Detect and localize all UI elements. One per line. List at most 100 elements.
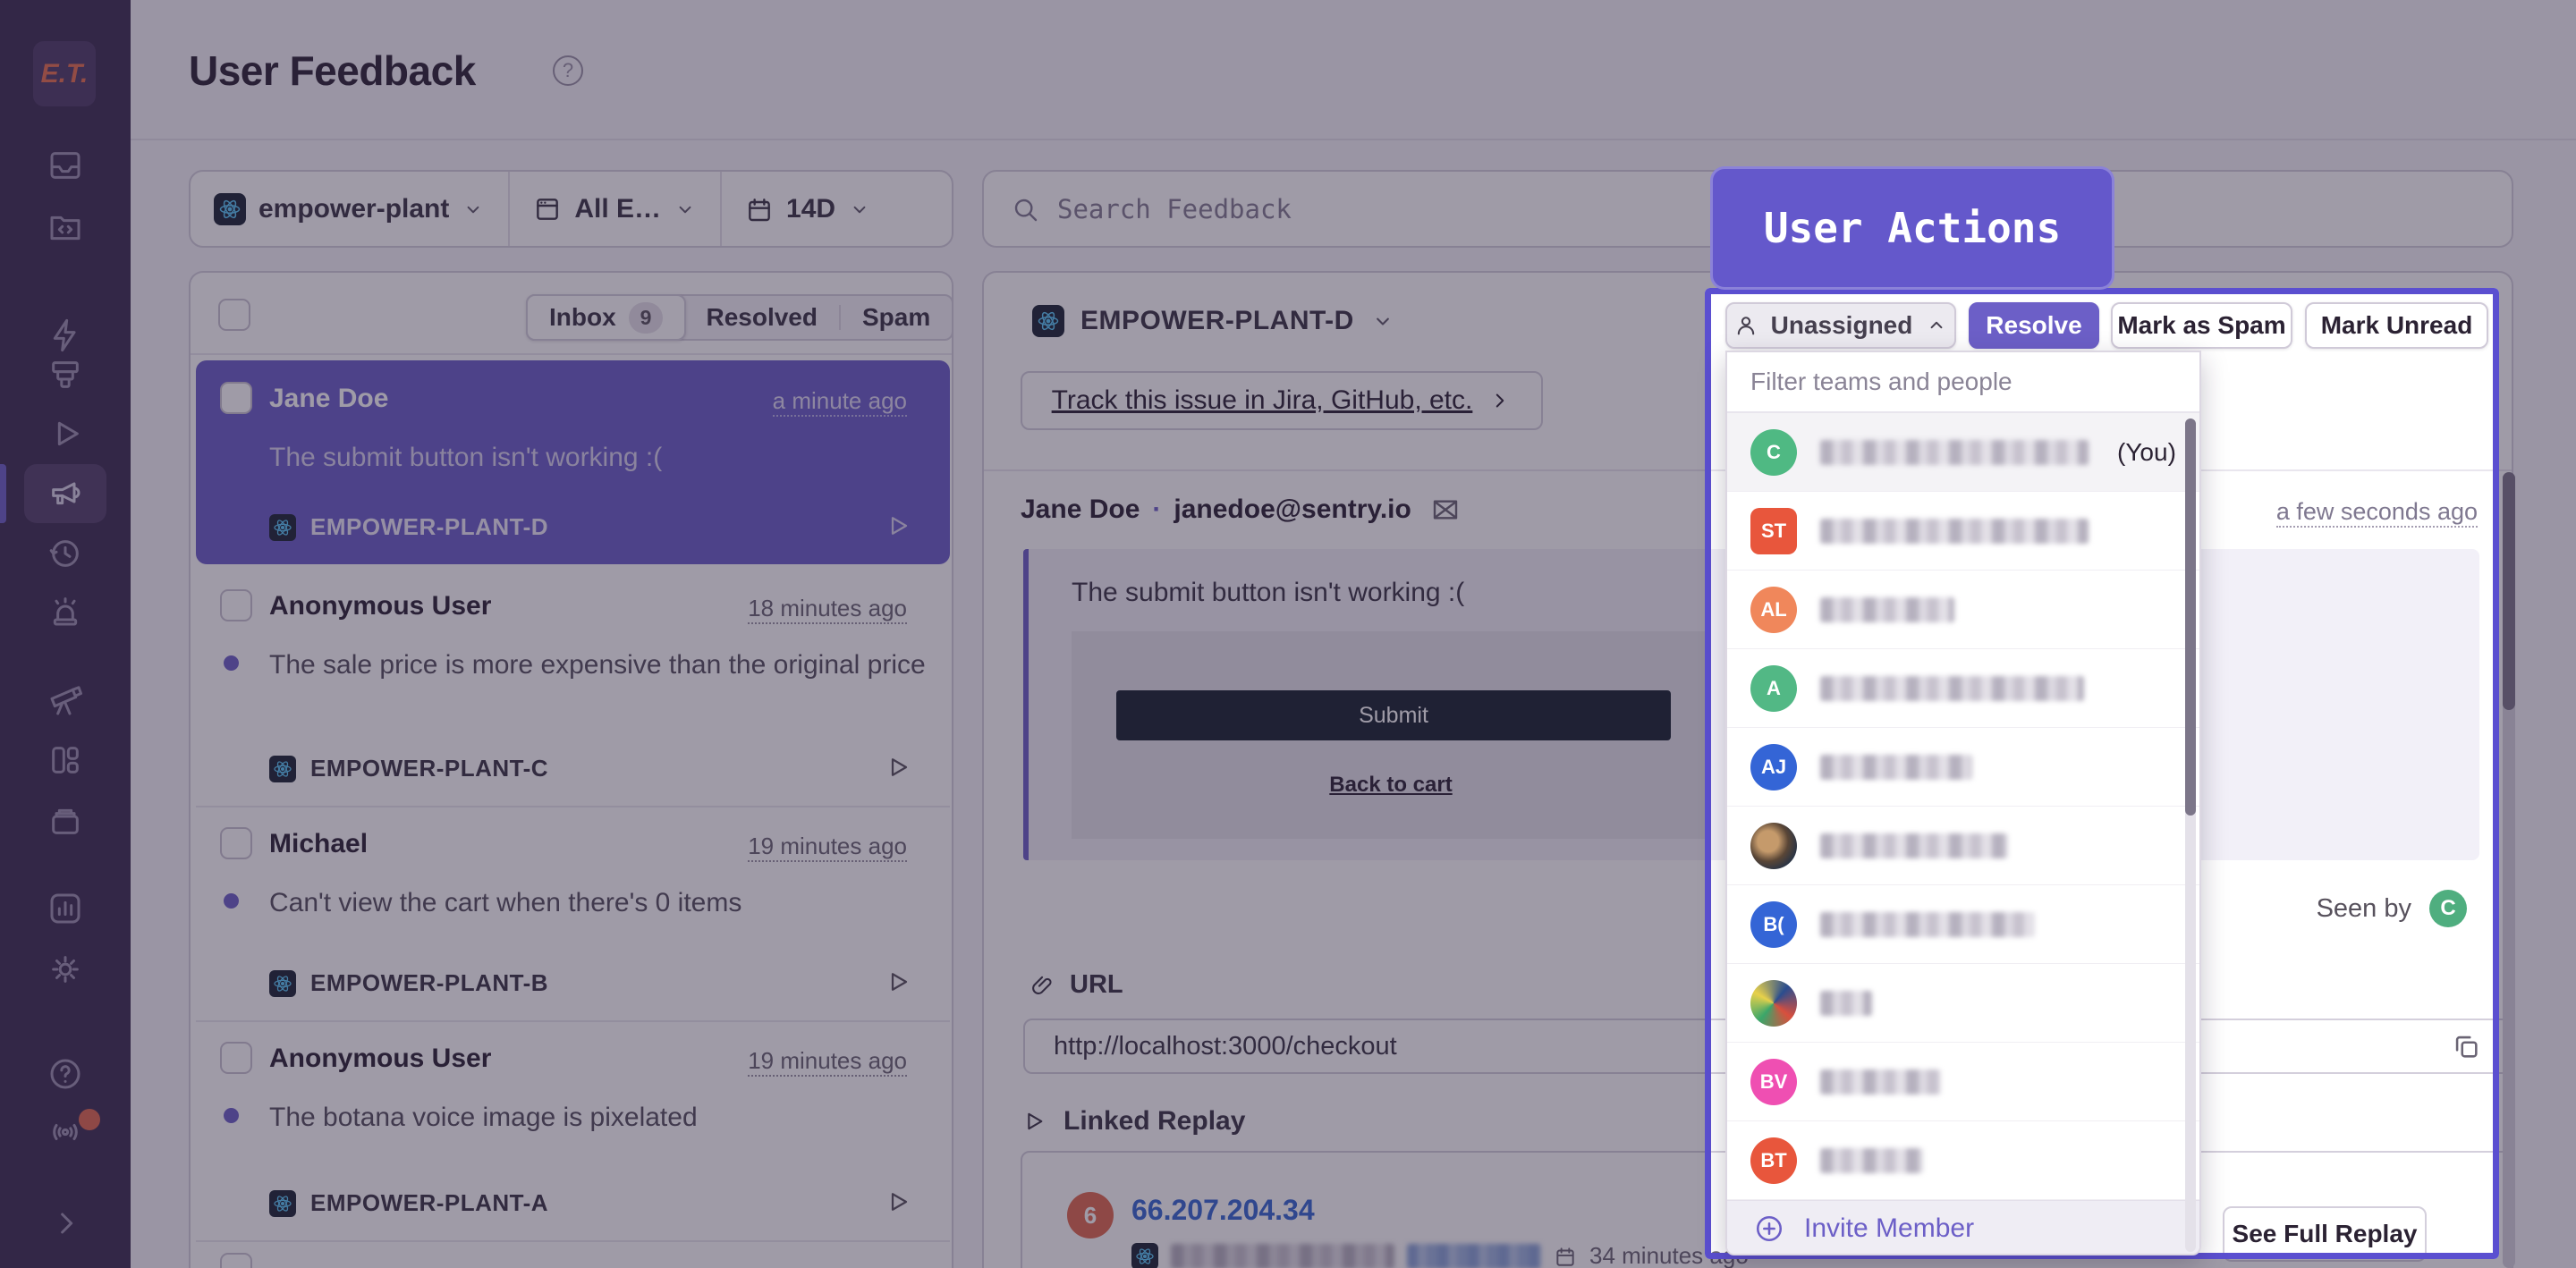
feedback-time: 18 minutes ago: [748, 595, 907, 624]
feedback-project: EMPOWER-PLANT-B: [269, 969, 548, 997]
releases-icon[interactable]: [45, 533, 86, 574]
crons-icon[interactable]: [45, 800, 86, 841]
feedback-item-selected[interactable]: Jane Doe a minute ago The submit button …: [196, 360, 950, 564]
assignee-option[interactable]: AL: [1727, 571, 2199, 649]
panel-scrollbar-thumb[interactable]: [2503, 472, 2515, 710]
unread-dot: [224, 893, 239, 909]
member-avatar: C: [1750, 429, 1797, 476]
mark-as-spam-button[interactable]: Mark as Spam: [2111, 302, 2292, 349]
item-checkbox[interactable]: [220, 827, 252, 859]
replay-meta-row: 34 minutes ago: [1131, 1242, 1749, 1268]
replay-play-icon[interactable]: [884, 968, 911, 995]
replay-play-icon[interactable]: [884, 512, 911, 539]
assignee-filter-row: [1727, 352, 2199, 413]
member-you-suffix: (You): [2117, 438, 2176, 467]
envelope-icon[interactable]: [1431, 495, 1460, 524]
replay-ip-link[interactable]: 66.207.204.34: [1131, 1194, 1315, 1227]
project-filter-label: empower-plant: [258, 194, 449, 224]
project-slug: EMPOWER-PLANT-C: [310, 755, 548, 782]
assignee-option[interactable]: BV: [1727, 1043, 2199, 1121]
help-icon[interactable]: [45, 1053, 86, 1095]
person-icon: [1733, 313, 1758, 338]
environment-filter[interactable]: All E…: [510, 194, 720, 224]
collapse-sidebar-icon[interactable]: [45, 1203, 86, 1244]
feedback-screenshot: Submit Back to cart: [1072, 631, 1710, 839]
feedback-time: 19 minutes ago: [748, 1047, 907, 1077]
dropdown-scrollbar-thumb[interactable]: [2185, 418, 2196, 816]
item-checkbox[interactable]: [220, 382, 252, 414]
org-logo[interactable]: E.T.: [33, 41, 96, 106]
projects-icon[interactable]: [45, 207, 86, 249]
track-issue-label: Track this issue in Jira, GitHub, etc.: [1052, 385, 1473, 416]
redacted-member-name: [1820, 1148, 1923, 1173]
assignee-option[interactable]: ST: [1727, 492, 2199, 571]
feedback-message: The sale price is more expensive than th…: [269, 647, 931, 683]
feedback-item[interactable]: Anonymous User 18 minutes ago The sale p…: [196, 568, 950, 806]
feedback-icon[interactable]: [45, 472, 86, 513]
chevron-down-icon: [462, 198, 485, 221]
assignee-option[interactable]: BT: [1727, 1121, 2199, 1200]
tab-spam[interactable]: Spam: [841, 296, 952, 339]
sender-separator: ·: [1152, 495, 1161, 525]
invite-member-row[interactable]: Invite Member: [1727, 1200, 2199, 1255]
page-title: User Feedback: [189, 46, 476, 95]
tab-inbox[interactable]: Inbox 9: [526, 294, 686, 341]
invite-member-label: Invite Member: [1804, 1213, 1974, 1244]
chevron-up-icon: [1925, 314, 1948, 337]
tab-resolved[interactable]: Resolved: [684, 296, 839, 339]
replay-play-icon[interactable]: [884, 754, 911, 781]
feedback-project: EMPOWER-PLANT-A: [269, 1189, 548, 1217]
project-filter[interactable]: empower-plant: [191, 193, 508, 225]
filter-bar: empower-plant All E… 14D: [189, 170, 953, 248]
plus-circle-icon: [1754, 1213, 1784, 1244]
replay-avatar: 6: [1067, 1192, 1114, 1238]
redacted-team-name: [1820, 519, 2089, 544]
date-range-label: 14D: [786, 194, 835, 224]
react-platform-icon: [269, 1190, 296, 1217]
traces-icon[interactable]: [45, 354, 86, 395]
feedback-sender: Michael: [269, 829, 368, 859]
mark-unread-button[interactable]: Mark Unread: [2305, 302, 2488, 349]
sender-row: Jane Doe · janedoe@sentry.io: [1021, 495, 1460, 525]
track-issue-button[interactable]: Track this issue in Jira, GitHub, etc.: [1021, 371, 1543, 430]
linked-replay-header[interactable]: Linked Replay: [1021, 1106, 1245, 1137]
select-all-checkbox[interactable]: [218, 299, 250, 331]
project-slug: EMPOWER-PLANT-B: [310, 969, 548, 997]
assignee-option[interactable]: C (You): [1727, 413, 2199, 492]
inbox-count-badge: 9: [629, 302, 664, 334]
stats-icon[interactable]: [45, 888, 86, 929]
feedback-item[interactable]: Anonymous User 19 minutes ago The botana…: [196, 1020, 950, 1240]
replay-play-icon[interactable]: [884, 1188, 911, 1215]
dashboards-icon[interactable]: [45, 740, 86, 781]
see-full-replay-button[interactable]: See Full Replay: [2223, 1206, 2427, 1262]
settings-icon[interactable]: [45, 949, 86, 990]
item-checkbox[interactable]: [220, 589, 252, 621]
assignee-option[interactable]: AJ: [1727, 728, 2199, 807]
issues-icon[interactable]: [45, 145, 86, 186]
window-icon: [533, 195, 562, 224]
assignee-filter-input[interactable]: [1750, 368, 2176, 396]
discover-icon[interactable]: [45, 680, 86, 721]
feedback-item[interactable]: Michael 19 minutes ago Can't view the ca…: [196, 806, 950, 1020]
alerts-icon[interactable]: [45, 590, 86, 631]
assignee-dropdown: C (You) ST AL A AJ B(: [1725, 351, 2201, 1255]
item-checkbox[interactable]: [220, 1253, 252, 1268]
linked-replay-label: Linked Replay: [1063, 1106, 1245, 1137]
assignee-option[interactable]: [1727, 807, 2199, 885]
member-avatar: A: [1750, 665, 1797, 712]
date-range-filter[interactable]: 14D: [722, 194, 894, 224]
sentry-user-feedback-screen: E.T.: [0, 0, 2576, 1268]
performance-icon[interactable]: [45, 315, 86, 356]
assignee-option[interactable]: A: [1727, 649, 2199, 728]
item-checkbox[interactable]: [220, 1042, 252, 1074]
page-help-icon[interactable]: ?: [553, 55, 583, 86]
assignee-option[interactable]: B(: [1727, 885, 2199, 964]
sender-name: Jane Doe: [1021, 495, 1140, 525]
assignee-option[interactable]: [1727, 964, 2199, 1043]
assignee-dropdown-button[interactable]: Unassigned: [1725, 302, 1956, 349]
replays-icon[interactable]: [45, 413, 86, 454]
resolve-button[interactable]: Resolve: [1969, 302, 2099, 349]
detail-project-selector[interactable]: EMPOWER-PLANT-D: [1032, 305, 1395, 337]
copy-icon[interactable]: [2451, 1031, 2481, 1061]
seen-by-label: Seen by: [2317, 894, 2411, 924]
